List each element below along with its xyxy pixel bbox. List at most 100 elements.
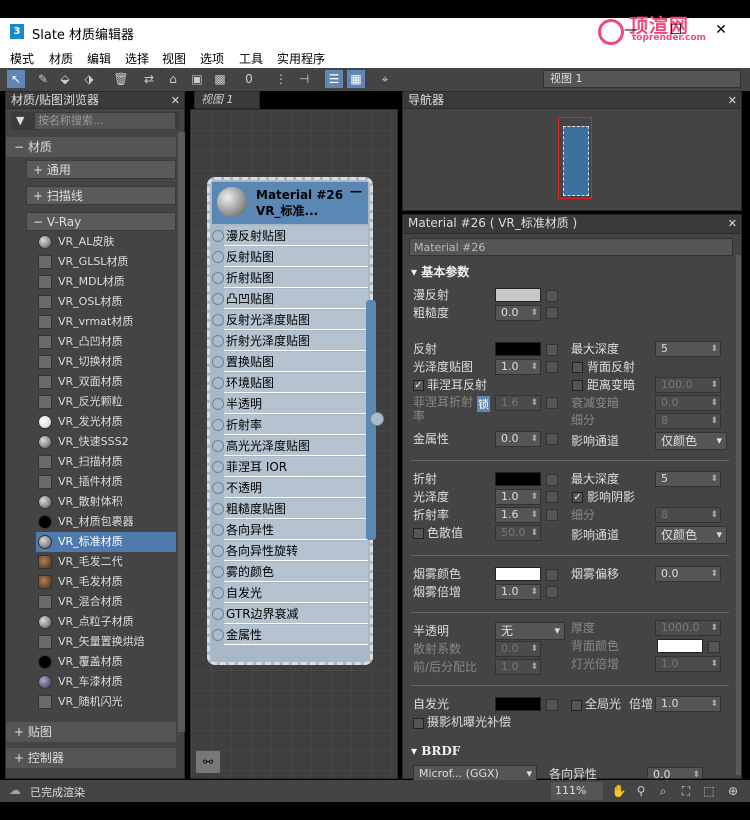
node-slot[interactable]: 雾的颜色 [212, 562, 368, 582]
list-item[interactable]: VR_反光颗粒 [36, 392, 176, 412]
list-item[interactable]: VR_凸凹材质 [36, 332, 176, 352]
list-item[interactable]: VR_插件材质 [36, 472, 176, 492]
list-item[interactable]: VR_随机闪光 [36, 692, 176, 712]
put-to-scene-icon[interactable]: ⬙ [56, 70, 74, 88]
list-item[interactable]: VR_切换材质 [36, 352, 176, 372]
input-socket[interactable] [212, 314, 224, 326]
zoom-dropdown[interactable]: 111% [551, 782, 603, 800]
thickness-spinner[interactable]: 1000.0 [655, 620, 721, 636]
sample-slot-icon[interactable]: 0 [240, 70, 258, 88]
node-slot[interactable]: 自发光 [212, 583, 368, 603]
input-socket[interactable] [212, 524, 224, 536]
list-item[interactable]: VR_AL皮肤 [36, 232, 176, 252]
ior-spinner[interactable]: 1.6 [495, 507, 541, 523]
translucency-dropdown[interactable]: 无 [495, 622, 565, 640]
fog-color-swatch[interactable] [495, 567, 541, 581]
node-collapse-icon[interactable]: — [350, 184, 362, 198]
self-illum-color-swatch[interactable] [495, 697, 541, 711]
refract-map-button[interactable] [546, 474, 558, 486]
reflect-depth-spinner[interactable]: 5 [655, 341, 721, 357]
gloss-spinner[interactable]: 1.0 [495, 359, 541, 375]
list-item[interactable]: VR_快速SSS2 [36, 432, 176, 452]
subsection-scanline[interactable]: + 扫描线 [26, 186, 176, 205]
affect-shadows-checkbox[interactable]: ✓ [572, 492, 583, 503]
input-socket[interactable] [212, 272, 224, 284]
zoom-selected-icon[interactable]: ⬚ [700, 782, 718, 800]
node-slot[interactable]: 环境贴图 [212, 373, 368, 393]
show-map-icon[interactable]: ▣ [188, 70, 206, 88]
roughness-map-button[interactable] [546, 307, 558, 319]
refract-color-swatch[interactable] [495, 472, 541, 486]
node-slot[interactable]: 漫反射贴图 [212, 226, 368, 246]
node-slot[interactable]: 半透明 [212, 394, 368, 414]
reflect-affect-channels-dropdown[interactable]: 仅颜色 [655, 432, 727, 450]
move-children-icon[interactable]: ⇄ [140, 70, 158, 88]
zoom-extents-icon[interactable]: ⛶ [677, 782, 695, 800]
menu-view[interactable]: 视图 [162, 50, 186, 67]
fog-mult-map-button[interactable] [546, 586, 558, 598]
close-button[interactable]: ✕ [707, 22, 735, 42]
diffuse-map-button[interactable] [546, 290, 558, 302]
input-socket[interactable] [212, 440, 224, 452]
view-select-dropdown[interactable]: 视图 1 [543, 70, 741, 88]
subsection-general[interactable]: + 通用 [26, 160, 176, 179]
material-browser-toggle-icon[interactable]: ☰ [325, 70, 343, 88]
light-mult-spinner[interactable]: 1.0 [655, 656, 721, 672]
navigator-viewport[interactable] [558, 117, 592, 199]
layout-children-icon[interactable]: ⊣ [295, 70, 313, 88]
fresnel-ior-spinner[interactable]: 1.6 [495, 395, 541, 411]
subsection-vray[interactable]: − V-Ray [26, 212, 176, 231]
delete-icon[interactable]: 🗑 [112, 70, 130, 88]
metalness-map-button[interactable] [546, 433, 558, 445]
fog-mult-spinner[interactable]: 1.0 [495, 584, 541, 600]
assign-material-icon[interactable]: ⬗ [80, 70, 98, 88]
list-item[interactable]: VR_点粒子材质 [36, 612, 176, 632]
fb-coeff-spinner[interactable]: 1.0 [495, 659, 541, 675]
list-item[interactable]: VR_发光材质 [36, 412, 176, 432]
input-socket[interactable] [212, 482, 224, 494]
material-name-field[interactable]: Material #26 [409, 238, 733, 256]
material-node[interactable]: Material #26 VR_标准... — 漫反射贴图 反射贴图 折射贴图 凸凹贴图… [207, 177, 373, 665]
pan-hand-icon[interactable]: ✋ [610, 782, 628, 800]
refract-depth-spinner[interactable]: 5 [655, 471, 721, 487]
menu-material[interactable]: 材质 [49, 50, 73, 67]
select-by-material-icon[interactable]: ⌖ [376, 70, 394, 88]
node-slot[interactable]: 菲涅耳 IOR [212, 457, 368, 477]
self-illum-mult-spinner[interactable]: 1.0 [655, 696, 721, 712]
menu-tools[interactable]: 工具 [239, 50, 263, 67]
input-socket[interactable] [212, 461, 224, 473]
zoom-region-icon[interactable]: ⌕ [654, 782, 672, 800]
input-socket[interactable] [212, 545, 224, 557]
rollout-brdf[interactable]: ▾ BRDF [407, 742, 733, 760]
tab-view-1[interactable]: 视图 1 [194, 91, 260, 109]
gi-checkbox[interactable] [571, 700, 582, 711]
select-tool-icon[interactable]: ↖ [7, 70, 25, 88]
lock-ior-button[interactable]: 锁 [477, 396, 490, 412]
menu-utilities[interactable]: 实用程序 [277, 50, 325, 67]
input-socket[interactable] [212, 377, 224, 389]
node-slot[interactable]: 置换贴图 [212, 352, 368, 372]
section-materials[interactable]: − 材质 [6, 137, 176, 157]
list-item[interactable]: VR_vrmat材质 [36, 312, 176, 332]
node-header[interactable]: Material #26 VR_标准... — [212, 182, 368, 224]
reflect-subdiv-spinner[interactable]: 8 [655, 413, 721, 429]
lock-icon[interactable]: ⌂ [164, 70, 182, 88]
fog-bias-spinner[interactable]: 0.0 [655, 566, 721, 582]
list-item[interactable]: VR_双面材质 [36, 372, 176, 392]
node-slot[interactable]: 折射率 [212, 415, 368, 435]
list-item[interactable]: VR_混合材质 [36, 592, 176, 612]
dim-distance-checkbox[interactable] [572, 380, 583, 391]
params-scrollbar[interactable] [736, 255, 741, 775]
back-reflect-checkbox[interactable] [572, 362, 583, 373]
list-item[interactable]: VR_MDL材质 [36, 272, 176, 292]
gloss-map-button[interactable] [546, 361, 558, 373]
eyedropper-icon[interactable]: ✎ [34, 70, 52, 88]
node-slot[interactable]: GTR边界衰减 [212, 604, 368, 624]
list-item[interactable]: VR_材质包裹器 [36, 512, 176, 532]
list-item[interactable]: VR_标准材质 [36, 532, 176, 552]
anisotropy-spinner[interactable]: 0.0 [647, 767, 703, 779]
layout-all-icon[interactable]: ⋮ [272, 70, 290, 88]
dim-falloff-spinner[interactable]: 0.0 [655, 395, 721, 411]
refract-subdiv-spinner[interactable]: 8 [655, 507, 721, 523]
node-slot[interactable]: 凸凹贴图 [212, 289, 368, 309]
